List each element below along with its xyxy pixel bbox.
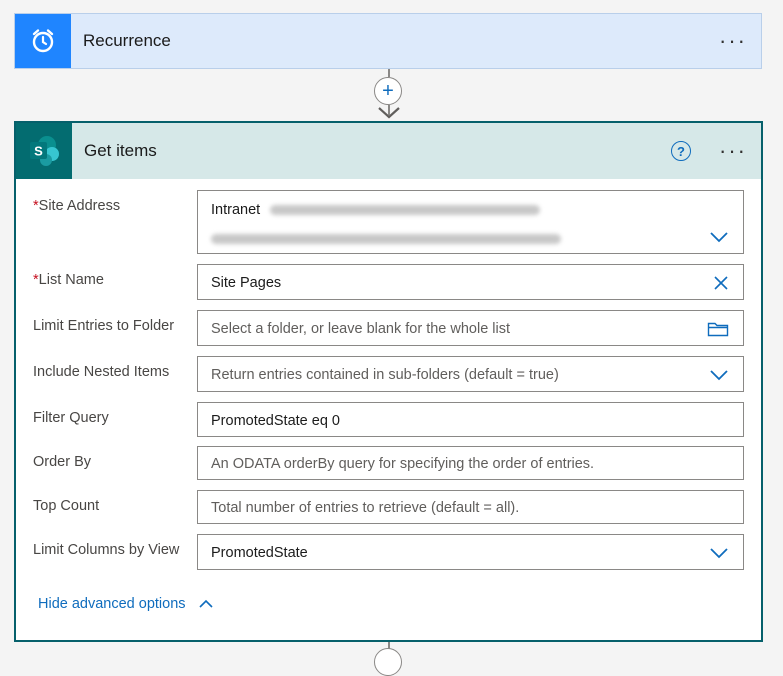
limit-view-label: Limit Columns by View <box>33 542 180 558</box>
limit-folder-label: Limit Entries to Folder <box>33 318 175 334</box>
site-address-label: *Site Address <box>33 198 120 214</box>
add-step-button[interactable]: + <box>374 77 402 105</box>
order-by-label: Order By <box>33 454 92 470</box>
list-name-label: *List Name <box>33 272 104 288</box>
recurrence-card[interactable]: Recurrence ··· <box>14 13 762 69</box>
svg-text:S: S <box>34 144 43 159</box>
order-by-placeholder: An ODATA orderBy query for specifying th… <box>211 456 595 472</box>
top-count-placeholder: Total number of entries to retrieve (def… <box>211 500 520 516</box>
folder-icon[interactable] <box>707 321 729 337</box>
nested-items-label: Include Nested Items <box>33 364 170 380</box>
list-name-value: Site Pages <box>211 275 282 291</box>
limit-view-value: PromotedState <box>211 545 308 561</box>
connector-line <box>388 69 390 77</box>
site-address-dropdown[interactable]: Intranet <box>197 190 744 254</box>
get-items-title: Get items <box>84 141 157 160</box>
chevron-down-icon[interactable] <box>709 547 729 559</box>
chevron-up-icon <box>198 599 213 608</box>
hide-advanced-options-link[interactable]: Hide advanced options <box>38 596 214 612</box>
chevron-down-icon[interactable] <box>709 369 729 381</box>
site-address-value: Intranet <box>211 202 261 218</box>
filter-query-field[interactable]: PromotedState eq 0 <box>197 402 744 437</box>
close-icon[interactable] <box>713 275 729 291</box>
hide-advanced-options-label: Hide advanced options <box>38 596 186 612</box>
nested-items-dropdown[interactable]: Return entries contained in sub-folders … <box>197 356 744 392</box>
arrow-down-icon <box>378 107 400 119</box>
get-items-card: S Get items ? ··· *Site Address Intranet… <box>14 121 763 642</box>
filter-query-label: Filter Query <box>33 410 109 426</box>
order-by-field[interactable]: An ODATA orderBy query for specifying th… <box>197 446 744 480</box>
nested-items-placeholder: Return entries contained in sub-folders … <box>211 367 559 383</box>
limit-folder-placeholder: Select a folder, or leave blank for the … <box>211 321 511 337</box>
limit-view-dropdown[interactable]: PromotedState <box>197 534 744 570</box>
top-count-label: Top Count <box>33 498 100 514</box>
limit-folder-field[interactable]: Select a folder, or leave blank for the … <box>197 310 744 346</box>
sharepoint-icon: S <box>16 123 72 179</box>
list-name-field[interactable]: Site Pages <box>197 264 744 300</box>
chevron-down-icon[interactable] <box>709 231 729 243</box>
site-address-label-text: Site Address <box>38 198 121 214</box>
list-name-label-text: List Name <box>38 272 104 288</box>
alarm-clock-icon <box>15 14 71 68</box>
get-items-header[interactable]: S Get items ? ··· <box>16 123 761 179</box>
help-icon[interactable]: ? <box>671 141 691 161</box>
add-step-button[interactable] <box>374 648 402 676</box>
recurrence-more-button[interactable]: ··· <box>719 30 747 52</box>
top-count-field[interactable]: Total number of entries to retrieve (def… <box>197 490 744 524</box>
redacted-url <box>211 234 561 245</box>
redacted-text <box>270 205 541 216</box>
get-items-more-button[interactable]: ··· <box>719 140 747 162</box>
filter-query-value: PromotedState eq 0 <box>211 413 340 429</box>
recurrence-title: Recurrence <box>83 31 171 50</box>
